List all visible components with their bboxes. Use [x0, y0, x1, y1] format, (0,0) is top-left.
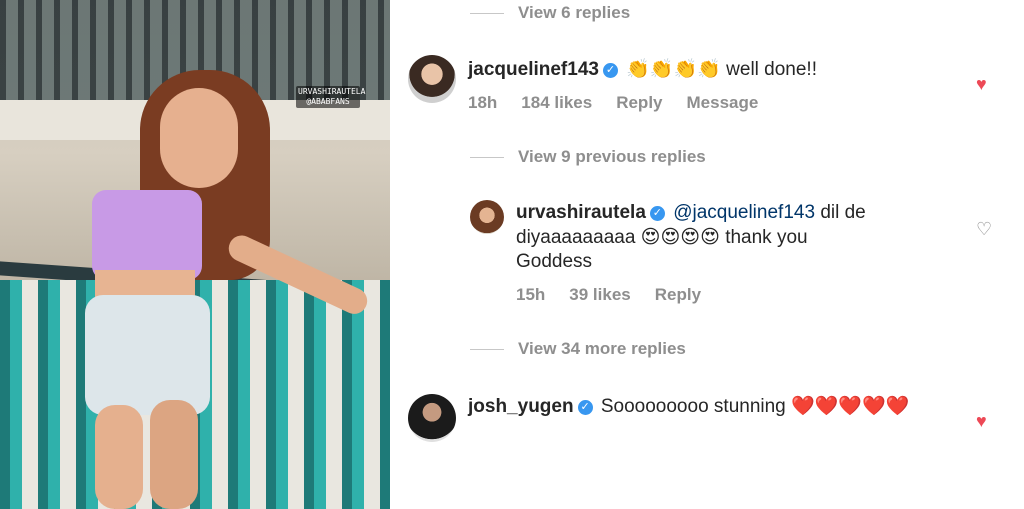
- comment-username[interactable]: jacquelinef143: [468, 59, 599, 80]
- comment-username[interactable]: josh_yugen: [468, 396, 574, 417]
- avatar[interactable]: [408, 394, 456, 442]
- avatar[interactable]: [408, 55, 456, 103]
- post-photo[interactable]: URVASHIRAUTELA @ABABFANS: [0, 0, 390, 509]
- photo-top: [92, 190, 202, 280]
- comments-panel: View 6 replies jacquelinef143 ✓ 👏👏👏👏 well…: [390, 0, 1024, 509]
- view-more-replies-label: View 34 more replies: [518, 339, 686, 358]
- reply-meta: 15h 39 likes Reply: [516, 285, 701, 305]
- like-heart-icon[interactable]: ♥: [976, 412, 987, 430]
- reply-button[interactable]: Reply: [655, 285, 701, 305]
- reply-mention[interactable]: @jacquelinef143: [673, 202, 815, 223]
- view-previous-replies-label: View 9 previous replies: [518, 147, 706, 166]
- comment-meta: 18h 184 likes Reply Message: [468, 93, 758, 113]
- comment-body: jacquelinef143 ✓ 👏👏👏👏 well done!!: [468, 57, 948, 82]
- message-button[interactable]: Message: [687, 93, 759, 113]
- comment-time: 18h: [468, 93, 498, 112]
- divider-line: [470, 12, 504, 14]
- divider-line: [470, 156, 504, 158]
- watermark-line2: @ABABFANS: [306, 97, 350, 106]
- comment-likes[interactable]: 184 likes: [521, 93, 592, 113]
- photo-leg-left: [95, 405, 143, 509]
- verified-badge-icon: ✓: [602, 63, 618, 78]
- reply-username[interactable]: urvashirautela: [516, 202, 646, 223]
- reply-button[interactable]: Reply: [616, 93, 662, 113]
- like-heart-outline-icon[interactable]: ♡: [976, 220, 992, 238]
- reply-body: urvashirautela ✓ @jacquelinef143 dil de d…: [516, 201, 886, 274]
- like-heart-icon[interactable]: ♥: [976, 75, 987, 93]
- verified-badge-icon: ✓: [649, 206, 665, 221]
- photo-watermark: URVASHIRAUTELA @ABABFANS: [296, 86, 366, 108]
- view-replies-label: View 6 replies: [518, 3, 631, 22]
- view-replies-button[interactable]: View 6 replies: [470, 3, 630, 23]
- comment-body: josh_yugen ✓ Sooooooooo stunning ❤️❤️❤️❤️…: [468, 394, 948, 419]
- photo-shorts: [85, 295, 210, 415]
- comment-emojis: ❤️❤️❤️❤️❤️: [791, 395, 910, 417]
- avatar[interactable]: [470, 200, 504, 234]
- comment-text: Sooooooooo stunning: [600, 396, 786, 417]
- view-previous-replies-button[interactable]: View 9 previous replies: [470, 147, 706, 167]
- comment-emojis: 👏👏👏👏: [626, 58, 721, 80]
- divider-line: [470, 348, 504, 350]
- reply-emojis: 😍😍😍😍: [640, 226, 720, 248]
- comment-text: well done!!: [726, 59, 817, 80]
- photo-face: [160, 88, 238, 188]
- watermark-line1: URVASHIRAUTELA: [298, 87, 366, 96]
- reply-likes[interactable]: 39 likes: [569, 285, 630, 305]
- photo-leg-right: [150, 400, 198, 509]
- reply-time: 15h: [516, 285, 546, 304]
- view-more-replies-button[interactable]: View 34 more replies: [470, 339, 686, 359]
- verified-badge-icon: ✓: [577, 400, 593, 415]
